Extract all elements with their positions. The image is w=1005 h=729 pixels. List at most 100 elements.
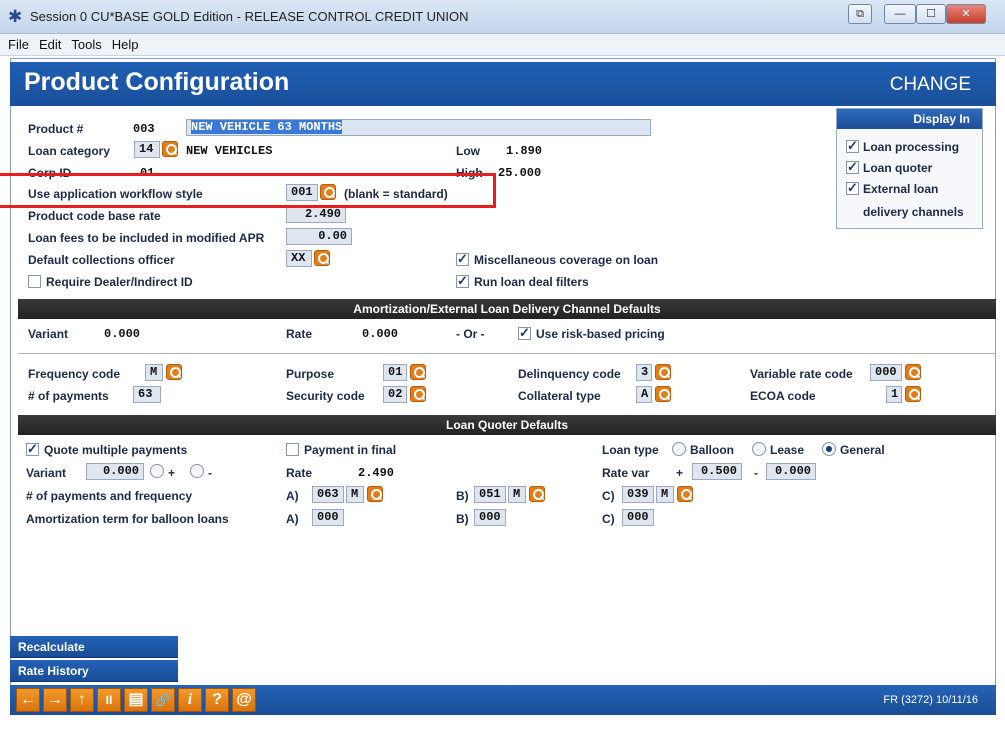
up-arrow-icon[interactable]: ↑ <box>70 688 94 712</box>
low-rate-label: Low <box>456 144 480 158</box>
payments-count-label: # of payments <box>28 389 109 403</box>
external-loan-label: External loan <box>863 182 939 196</box>
ecoa-code-label: ECOA code <box>750 389 816 403</box>
rate-history-button[interactable]: Rate History <box>10 660 178 682</box>
balloon-c-label: C) <box>602 512 615 526</box>
balloon-term-label: Amortization term for balloon loans <box>26 512 229 526</box>
amort-rate-label: Rate <box>286 327 313 341</box>
forward-arrow-icon[interactable]: → <box>43 688 67 712</box>
variable-rate-lookup-icon[interactable] <box>905 364 921 380</box>
pause-icon[interactable]: II <box>97 688 121 712</box>
product-label: Product # <box>28 122 84 136</box>
external-loan-checkbox[interactable] <box>846 180 859 196</box>
quoter-rate-label: Rate <box>286 466 313 480</box>
menu-edit[interactable]: Edit <box>39 37 61 52</box>
purpose-lookup-icon[interactable] <box>410 364 426 380</box>
delinquency-code-lookup-icon[interactable] <box>655 364 671 380</box>
help-icon[interactable]: ? <box>205 688 229 712</box>
modified-apr-input[interactable]: 0.00 <box>286 228 352 245</box>
delinquency-code-input[interactable]: 3 <box>636 364 652 381</box>
misc-coverage-checkbox[interactable] <box>456 251 469 267</box>
quoter-variant-input[interactable]: 0.000 <box>86 463 144 480</box>
variant-minus-radio[interactable] <box>190 464 204 478</box>
print-icon[interactable]: ▤ <box>124 688 148 712</box>
balloon-radio[interactable] <box>672 442 686 456</box>
payment-in-final-label: Payment in final <box>304 443 397 457</box>
require-dealer-label: Require Dealer/Indirect ID <box>46 275 193 289</box>
menu-tools[interactable]: Tools <box>71 37 101 52</box>
or-label: - Or - <box>456 327 485 341</box>
payments-a-input[interactable]: 063 <box>312 486 344 503</box>
require-dealer-checkbox[interactable] <box>28 275 41 288</box>
email-icon[interactable]: @ <box>232 688 256 712</box>
loan-category-input[interactable]: 14 <box>134 141 160 158</box>
amort-variant-value: 0.000 <box>104 327 141 341</box>
back-arrow-icon[interactable]: ← <box>16 688 40 712</box>
loan-processing-checkbox[interactable] <box>846 138 859 154</box>
modified-apr-label: Loan fees to be included in modified APR <box>28 231 265 245</box>
product-description-text: NEW VEHICLE 63 MONTHS <box>191 120 343 134</box>
payments-c-input[interactable]: 039 <box>622 486 654 503</box>
collections-officer-lookup-icon[interactable] <box>314 250 330 266</box>
collateral-type-input[interactable]: A <box>636 386 652 403</box>
info-icon[interactable]: i <box>178 688 202 712</box>
menu-bar: File Edit Tools Help <box>0 34 1005 56</box>
bottom-toolbar: ← → ↑ II ▤ 🔗 i ? @ FR (3272) 10/11/16 <box>10 685 996 715</box>
divider <box>18 353 996 354</box>
lease-radio[interactable] <box>752 442 766 456</box>
quote-multiple-checkbox[interactable] <box>26 441 39 457</box>
frequency-c-input[interactable]: M <box>656 486 674 503</box>
low-rate-value: 1.890 <box>506 144 543 158</box>
minimize-button[interactable]: — <box>884 4 916 24</box>
frequency-b-input[interactable]: M <box>508 486 526 503</box>
loan-processing-label: Loan processing <box>863 140 960 154</box>
amort-variant-label: Variant <box>28 327 69 341</box>
collections-officer-label: Default collections officer <box>28 253 175 267</box>
frequency-b-lookup-icon[interactable] <box>529 486 545 502</box>
frequency-a-lookup-icon[interactable] <box>367 486 383 502</box>
loan-category-lookup-icon[interactable] <box>162 141 178 157</box>
frequency-code-input[interactable]: M <box>145 364 163 381</box>
payments-count-input[interactable]: 63 <box>133 386 161 403</box>
balloon-term-b-input[interactable]: 000 <box>474 509 506 526</box>
frequency-code-label: Frequency code <box>28 367 121 381</box>
high-rate-value: 25.000 <box>498 166 542 180</box>
menu-file[interactable]: File <box>8 37 29 52</box>
purpose-input[interactable]: 01 <box>383 364 407 381</box>
frequency-code-lookup-icon[interactable] <box>166 364 182 380</box>
payments-b-input[interactable]: 051 <box>474 486 506 503</box>
rate-var-plus-input[interactable]: 0.500 <box>692 463 742 480</box>
delinquency-code-label: Delinquency code <box>518 367 621 381</box>
deal-filters-checkbox[interactable] <box>456 273 469 289</box>
payment-in-final-checkbox[interactable] <box>286 443 299 456</box>
security-code-input[interactable]: 02 <box>383 386 407 403</box>
option-a-label: A) <box>286 489 299 503</box>
general-radio[interactable] <box>822 442 836 456</box>
balloon-term-a-input[interactable]: 000 <box>312 509 344 526</box>
variant-plus-radio[interactable] <box>150 464 164 478</box>
ecoa-code-lookup-icon[interactable] <box>905 386 921 402</box>
collections-officer-input[interactable]: XX <box>286 250 312 267</box>
rate-var-minus: - <box>754 466 758 480</box>
rate-var-minus-input[interactable]: 0.000 <box>766 463 816 480</box>
collateral-type-lookup-icon[interactable] <box>655 386 671 402</box>
link-icon[interactable]: 🔗 <box>151 688 175 712</box>
rate-var-label: Rate var <box>602 466 650 480</box>
menu-help[interactable]: Help <box>112 37 139 52</box>
close-button[interactable]: ✕ <box>946 4 986 24</box>
base-rate-value: 2.490 <box>286 206 346 223</box>
loan-quoter-checkbox[interactable] <box>846 159 859 175</box>
balloon-term-c-input[interactable]: 000 <box>622 509 654 526</box>
restore-session-icon[interactable]: ⧉ <box>848 4 872 24</box>
ecoa-code-input[interactable]: 1 <box>886 386 902 403</box>
frequency-c-lookup-icon[interactable] <box>677 486 693 502</box>
risk-pricing-checkbox[interactable] <box>518 325 531 341</box>
recalculate-button[interactable]: Recalculate <box>10 636 178 658</box>
security-code-lookup-icon[interactable] <box>410 386 426 402</box>
product-description-input[interactable]: NEW VEHICLE 63 MONTHS <box>186 119 651 136</box>
variable-rate-input[interactable]: 000 <box>870 364 902 381</box>
loan-quoter-section-header: Loan Quoter Defaults <box>18 415 996 435</box>
frequency-a-input[interactable]: M <box>346 486 364 503</box>
maximize-button[interactable]: ☐ <box>916 4 946 24</box>
amort-rate-value: 0.000 <box>362 327 399 341</box>
